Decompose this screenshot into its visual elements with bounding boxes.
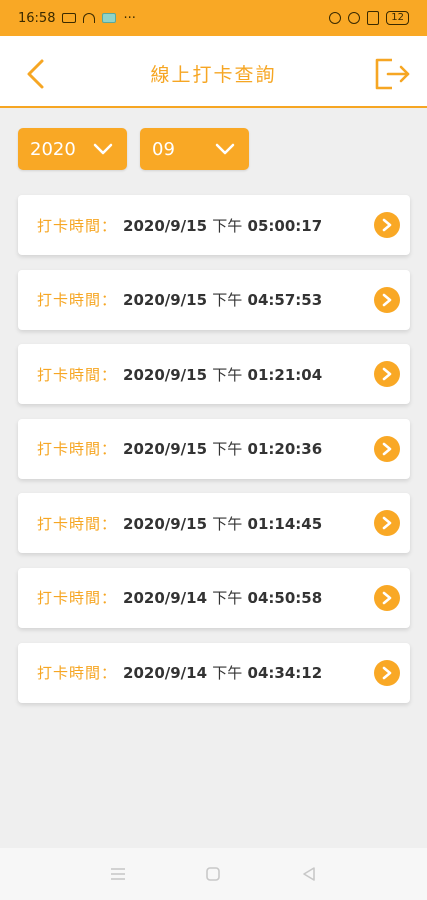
- record-time: 2020/9/15 下午 01:20:36: [123, 438, 322, 459]
- record-label: 打卡時間：: [37, 216, 118, 235]
- record-clock: 01:21:04: [247, 365, 323, 384]
- record-time: 2020/9/15 下午 01:21:04: [123, 364, 322, 385]
- back-nav-button[interactable]: [294, 859, 324, 889]
- record-time: 2020/9/15 下午 05:00:17: [123, 215, 322, 236]
- clock-in-record[interactable]: 打卡時間： 2020/9/15 下午 04:57:53: [18, 269, 410, 330]
- record-label: 打卡時間：: [37, 365, 118, 384]
- record-clock: 04:50:58: [247, 589, 323, 608]
- record-ampm: 下午: [212, 291, 243, 310]
- more-dots-icon: ···: [123, 10, 136, 26]
- record-time: 2020/9/14 下午 04:50:58: [123, 587, 322, 608]
- home-nav-button[interactable]: [198, 859, 228, 889]
- chevron-down-icon: [215, 143, 235, 155]
- record-label: 打卡時間：: [37, 664, 118, 683]
- record-ampm: 下午: [212, 664, 243, 683]
- status-time: 16:58: [18, 10, 56, 26]
- logout-icon: [375, 58, 410, 90]
- record-time: 2020/9/15 下午 01:14:45: [123, 513, 322, 534]
- record-ampm: 下午: [212, 589, 243, 608]
- chevron-right-circle-icon[interactable]: [374, 659, 400, 686]
- chevron-right-circle-icon[interactable]: [374, 286, 400, 313]
- record-date: 2020/9/15: [123, 365, 208, 384]
- chevron-right-circle-icon[interactable]: [374, 435, 400, 462]
- clock-in-record[interactable]: 打卡時間： 2020/9/15 下午 01:20:36: [18, 418, 410, 479]
- menu-nav-button[interactable]: [103, 859, 133, 889]
- month-select[interactable]: 09: [140, 128, 249, 170]
- app-header: 線上打卡查詢: [0, 36, 427, 108]
- record-ampm: 下午: [212, 514, 243, 533]
- year-value: 2020: [30, 138, 76, 160]
- chevron-down-icon: [93, 143, 113, 155]
- mute-icon: [348, 12, 361, 24]
- record-date: 2020/9/15: [123, 291, 208, 310]
- record-date: 2020/9/15: [123, 440, 208, 459]
- record-label: 打卡時間：: [37, 514, 118, 533]
- record-clock: 04:57:53: [247, 291, 323, 310]
- clock-in-record[interactable]: 打卡時間： 2020/9/14 下午 04:50:58: [18, 567, 410, 628]
- record-clock: 04:34:12: [247, 664, 323, 683]
- status-left: 16:58 ···: [18, 11, 136, 26]
- vibrate-icon: [367, 11, 380, 25]
- clock-in-record[interactable]: 打卡時間： 2020/9/15 下午 01:14:45: [18, 493, 410, 554]
- record-label: 打卡時間：: [37, 589, 118, 608]
- logout-button[interactable]: [373, 54, 413, 94]
- record-clock: 01:20:36: [247, 440, 323, 459]
- month-value: 09: [152, 138, 175, 160]
- clock-in-record[interactable]: 打卡時間： 2020/9/15 下午 01:21:04: [18, 344, 410, 405]
- record-date: 2020/9/15: [123, 514, 208, 533]
- record-time: 2020/9/15 下午 04:57:53: [123, 289, 322, 310]
- clock-in-record[interactable]: 打卡時間： 2020/9/15 下午 05:00:17: [18, 195, 410, 255]
- sync-icon: [329, 12, 342, 24]
- chevron-right-circle-icon[interactable]: [374, 361, 400, 388]
- record-ampm: 下午: [212, 440, 243, 459]
- status-bar: 16:58 ··· 12: [0, 0, 427, 36]
- battery-icon: 12: [386, 11, 409, 25]
- page-title: 線上打卡查詢: [150, 64, 277, 86]
- date-filters: 2020 09: [18, 128, 249, 170]
- clock-in-record[interactable]: 打卡時間： 2020/9/14 下午 04:34:12: [18, 642, 410, 703]
- record-ampm: 下午: [212, 365, 243, 384]
- record-label: 打卡時間：: [37, 291, 118, 310]
- clock-in-record-list: 打卡時間： 2020/9/15 下午 05:00:17 打卡時間： 2020/9…: [18, 195, 410, 717]
- chevron-right-circle-icon[interactable]: [374, 584, 400, 611]
- record-clock: 01:14:45: [247, 514, 323, 533]
- record-time: 2020/9/14 下午 04:34:12: [123, 662, 322, 683]
- back-triangle-icon: [303, 867, 315, 881]
- record-ampm: 下午: [212, 216, 243, 235]
- record-clock: 05:00:17: [247, 216, 323, 235]
- system-nav-bar: [0, 848, 427, 900]
- home-square-icon: [206, 867, 221, 881]
- record-date: 2020/9/14: [123, 664, 208, 683]
- year-select[interactable]: 2020: [18, 128, 127, 170]
- wifi-icon: [83, 13, 96, 23]
- record-label: 打卡時間：: [37, 440, 118, 459]
- chevron-right-circle-icon[interactable]: [374, 510, 400, 537]
- status-right: 12: [329, 11, 409, 25]
- record-date: 2020/9/14: [123, 589, 208, 608]
- menu-icon: [110, 868, 125, 880]
- chevron-right-circle-icon[interactable]: [374, 212, 400, 238]
- record-date: 2020/9/15: [123, 216, 208, 235]
- app-notification-icon: [102, 13, 117, 23]
- message-icon: [62, 13, 77, 23]
